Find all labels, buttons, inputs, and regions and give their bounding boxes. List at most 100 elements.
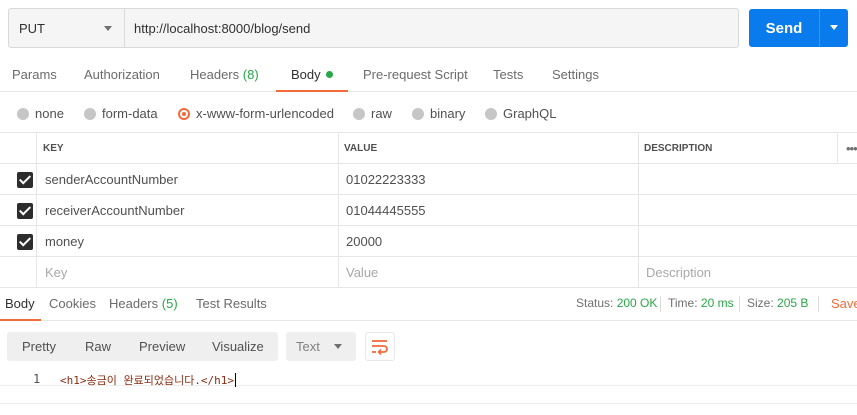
code-text: <h1>송금이 완료되었습니다.</h1> [60, 374, 235, 387]
method-select[interactable]: PUT [9, 9, 125, 47]
line-number: 1 [33, 372, 41, 386]
status-value: 200 OK [616, 296, 658, 310]
description-input[interactable]: Description [646, 257, 711, 288]
view-mode-group: Pretty Raw Preview Visualize [7, 332, 278, 361]
response-body[interactable]: 1 <h1>송금이 완료되었습니다.</h1> [0, 370, 857, 415]
tab-label: Body [5, 296, 35, 311]
save-response-button[interactable]: Save [831, 288, 857, 321]
size-label: Size: [747, 296, 774, 310]
radio-icon [412, 107, 424, 120]
tab-label: Headers [109, 296, 159, 311]
tab-body[interactable]: Body [276, 58, 348, 92]
table-row-new: Key Value Description [0, 257, 857, 288]
checkbox-checked-icon[interactable] [17, 234, 33, 250]
radio-selected-icon [178, 107, 190, 120]
chevron-down-icon [104, 26, 112, 31]
column-divider [638, 133, 639, 288]
status-dot-icon [325, 71, 333, 78]
body-type-options: none form-data x-www-form-urlencoded raw… [0, 93, 857, 133]
radio-label: raw [371, 106, 392, 121]
view-raw-button[interactable]: Raw [85, 332, 111, 361]
tab-label: Tests [493, 67, 524, 82]
size-info: Size: 205 B [747, 288, 808, 321]
tab-label: Cookies [49, 296, 96, 311]
divider [818, 296, 819, 312]
more-options-icon[interactable]: ••• [846, 133, 857, 164]
code-line: <h1>송금이 완료되었습니다.</h1> [60, 372, 237, 388]
column-divider [338, 133, 339, 288]
response-tab-test-results[interactable]: Test Results [196, 288, 267, 321]
checkbox-checked-icon[interactable] [17, 203, 33, 219]
key-input[interactable]: Key [45, 257, 67, 288]
radio-icon [485, 107, 497, 120]
header-count: (5) [161, 296, 178, 311]
tab-label: Body [291, 67, 321, 82]
radio-binary[interactable]: binary [412, 106, 465, 121]
chevron-down-icon [334, 344, 342, 349]
radio-none[interactable]: none [17, 106, 64, 121]
format-label: Text [296, 339, 320, 354]
header-count: (8) [242, 67, 259, 82]
checkbox-checked-icon[interactable] [17, 172, 33, 188]
time-info: Time: 20 ms [668, 288, 734, 321]
radio-x-www-form-urlencoded[interactable]: x-www-form-urlencoded [178, 106, 334, 121]
key-cell[interactable]: money [45, 226, 84, 257]
radio-icon [17, 107, 29, 120]
editor-line [0, 403, 857, 404]
view-preview-button[interactable]: Preview [139, 332, 185, 361]
table-header: KEY VALUE DESCRIPTION ••• [0, 133, 857, 164]
tab-params[interactable]: Params [12, 58, 57, 92]
tab-label: Params [12, 67, 57, 82]
chevron-down-icon [830, 25, 838, 30]
tab-pre-request-script[interactable]: Pre-request Script [363, 58, 468, 92]
send-dropdown-button[interactable] [820, 9, 848, 47]
url-text: http://localhost:8000/blog/send [134, 20, 311, 36]
send-label: Send [765, 19, 803, 37]
time-label: Time: [668, 296, 698, 310]
response-tab-headers[interactable]: Headers (5) [109, 288, 178, 321]
tab-label: Test Results [196, 296, 267, 311]
tab-label: Authorization [84, 67, 160, 82]
request-bar: PUT http://localhost:8000/blog/send [8, 8, 739, 48]
value-cell[interactable]: 01044445555 [346, 195, 426, 226]
response-tab-cookies[interactable]: Cookies [49, 288, 96, 321]
radio-form-data[interactable]: form-data [84, 106, 158, 121]
radio-label: x-www-form-urlencoded [196, 106, 334, 121]
divider [660, 296, 661, 312]
value-cell[interactable]: 01022223333 [346, 164, 426, 195]
column-divider [837, 133, 838, 164]
column-header-key: KEY [43, 143, 64, 154]
wrap-lines-icon [372, 339, 388, 355]
tab-headers[interactable]: Headers (8) [190, 58, 259, 92]
view-pretty-button[interactable]: Pretty [22, 332, 56, 361]
radio-label: none [35, 106, 64, 121]
method-label: PUT [19, 20, 45, 36]
radio-graphql[interactable]: GraphQL [485, 106, 556, 121]
column-header-value: VALUE [344, 143, 378, 154]
tab-tests[interactable]: Tests [493, 58, 523, 92]
time-value: 20 ms [700, 296, 734, 310]
send-button[interactable]: Send [749, 9, 848, 47]
column-header-description: DESCRIPTION [644, 143, 713, 154]
view-visualize-button[interactable]: Visualize [212, 332, 264, 361]
tab-label: Settings [552, 67, 599, 82]
table-row: senderAccountNumber 01022223333 [0, 164, 857, 195]
value-cell[interactable]: 20000 [346, 226, 382, 257]
radio-icon [353, 107, 365, 120]
size-value: 205 B [777, 296, 809, 310]
key-cell[interactable]: receiverAccountNumber [45, 195, 184, 226]
radio-raw[interactable]: raw [353, 106, 392, 121]
wrap-lines-button[interactable] [365, 332, 395, 361]
format-select[interactable]: Text [286, 332, 356, 361]
tab-label: Pre-request Script [363, 67, 468, 82]
response-tab-body[interactable]: Body [0, 288, 41, 321]
tab-settings[interactable]: Settings [552, 58, 599, 92]
response-tabs: Body Cookies Headers (5) Test Results St… [0, 288, 857, 321]
text-cursor [235, 373, 237, 387]
request-tabs: Params Authorization Headers (8) Body Pr… [0, 58, 857, 92]
key-cell[interactable]: senderAccountNumber [45, 164, 178, 195]
radio-label: binary [430, 106, 466, 121]
value-input[interactable]: Value [346, 257, 378, 288]
url-input[interactable]: http://localhost:8000/blog/send [125, 9, 738, 47]
tab-authorization[interactable]: Authorization [84, 58, 160, 92]
